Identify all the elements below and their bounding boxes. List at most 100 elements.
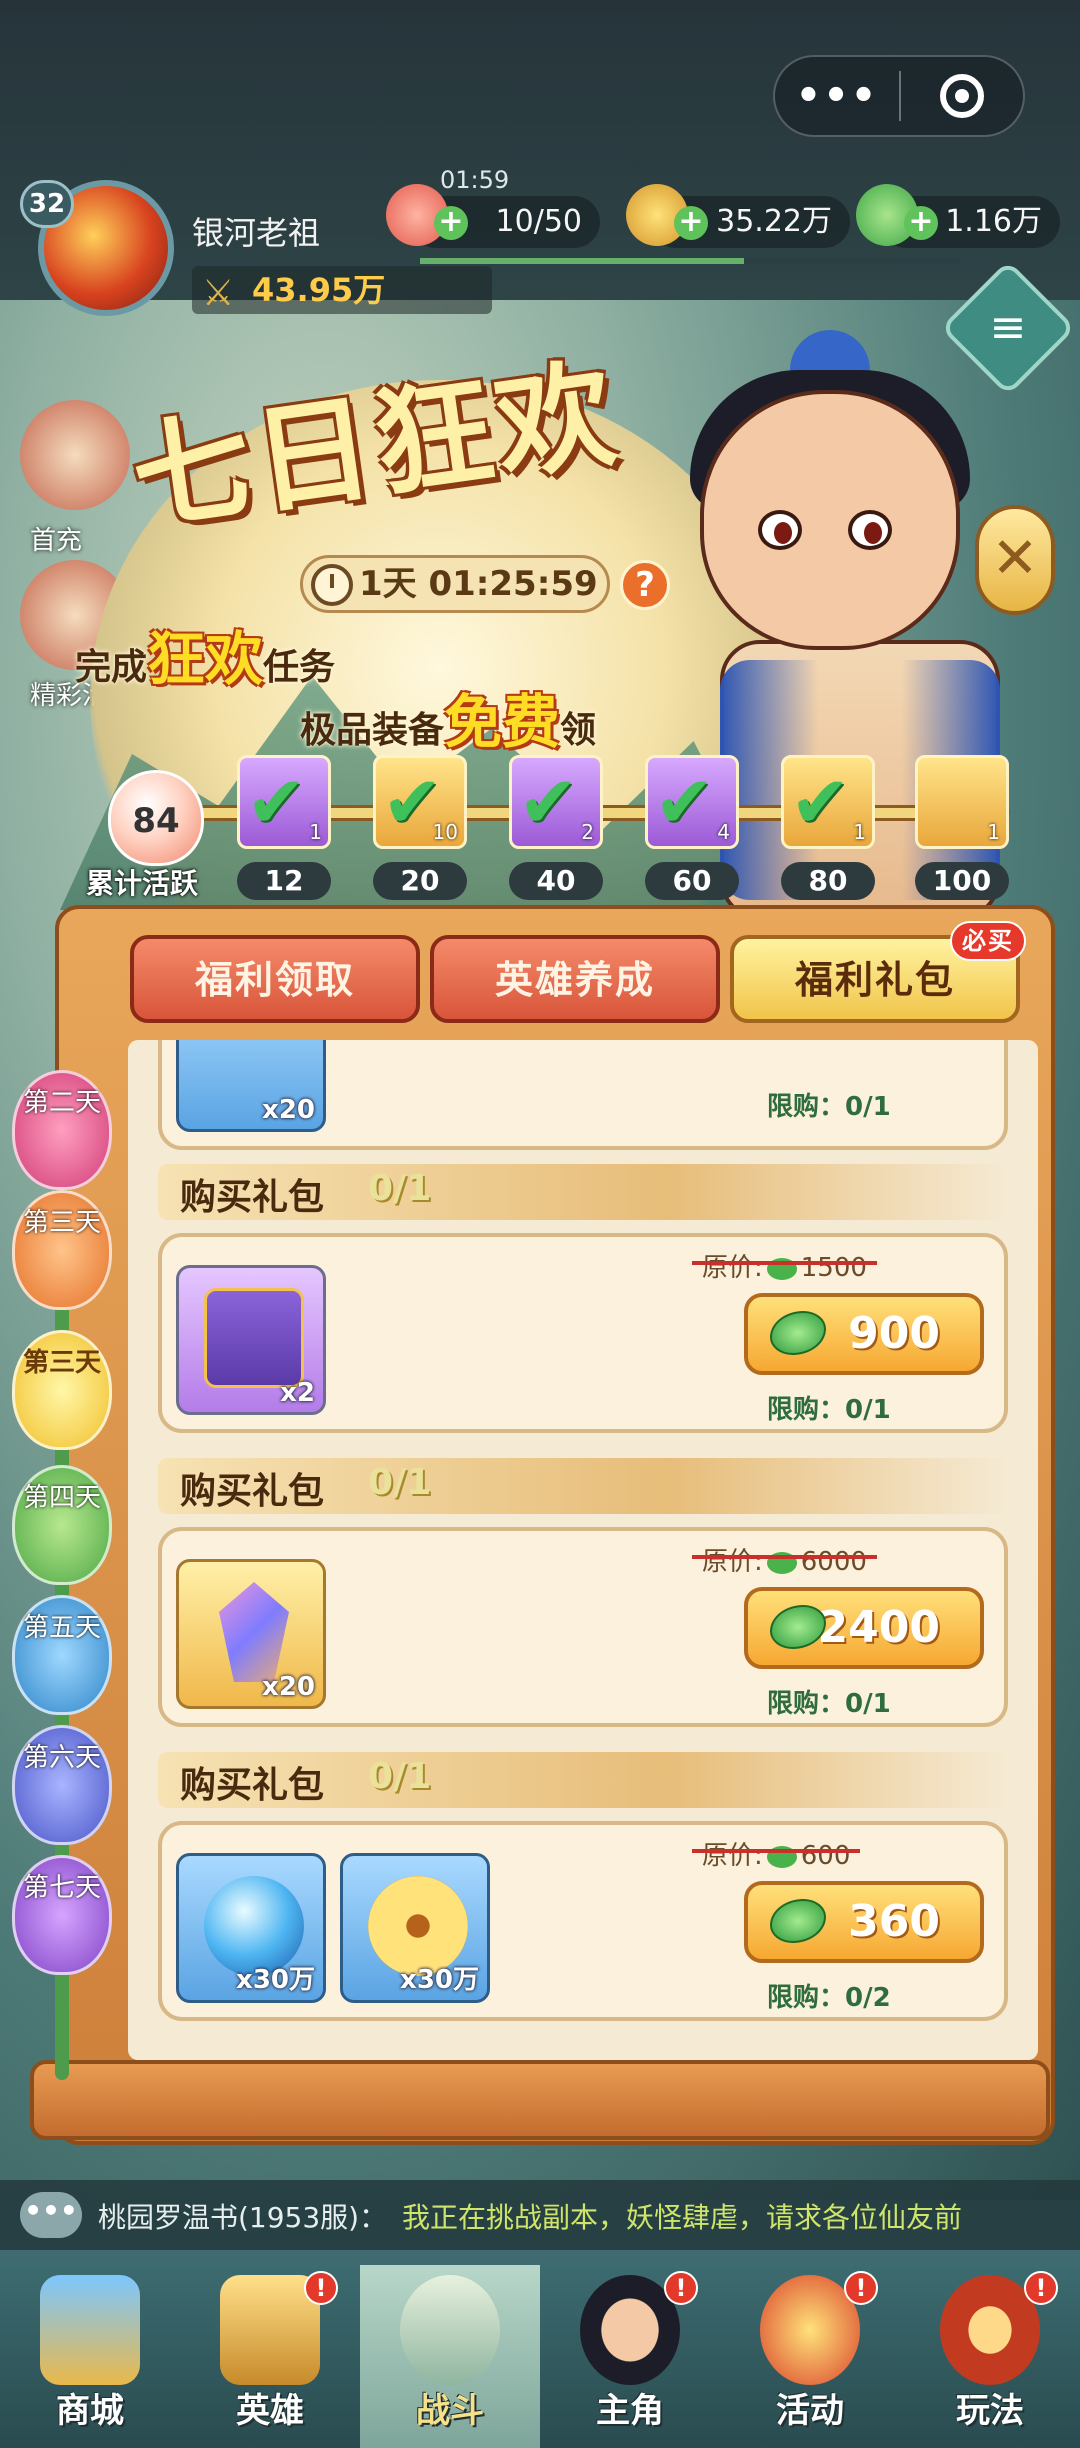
combat-power-value: 43.95万: [252, 271, 386, 309]
day-7-tab[interactable]: 第七天: [12, 1855, 112, 1975]
target-icon: [939, 74, 984, 118]
miniprogram-capsule: •••: [773, 55, 1025, 137]
tagline-2-highlight: 免费: [444, 688, 561, 756]
chat-sender: 桃园罗温书(1953服)：: [98, 2201, 388, 2234]
tab-welfare-claim[interactable]: 福利领取: [130, 935, 420, 1023]
original-price-value: 1500: [800, 1253, 867, 1283]
shop-icon: [40, 2275, 140, 2385]
day-2-tab[interactable]: 第二天: [12, 1070, 112, 1190]
nav-activities[interactable]: ! 活动: [720, 2265, 900, 2448]
day-4-tab[interactable]: 第四天: [12, 1465, 112, 1585]
buy-button[interactable]: 900: [744, 1293, 984, 1375]
original-price-value: 600: [800, 1841, 851, 1871]
add-jade-button[interactable]: +: [904, 206, 938, 240]
pack-section-title: 购买礼包 0/1: [158, 1164, 1008, 1220]
milestone-points: 20: [373, 862, 467, 900]
resource-coin: + 35.22万: [626, 184, 850, 248]
add-coin-button[interactable]: +: [674, 206, 708, 240]
nav-protagonist[interactable]: ! 主角: [540, 2265, 720, 2448]
milestone-reward[interactable]: ✔ 2: [509, 755, 603, 849]
milestone-qty: 2: [581, 820, 594, 844]
day-6-tab[interactable]: 第六天: [12, 1725, 112, 1845]
pack-item[interactable]: x20: [176, 1040, 326, 1132]
buy-price: 900: [848, 1308, 940, 1359]
milestone-reward[interactable]: ✔ 1: [781, 755, 875, 849]
original-price: 原价: 600: [692, 1835, 861, 1872]
milestone-points: 80: [781, 862, 875, 900]
milestone-qty: 4: [717, 820, 730, 844]
check-icon: ✔: [518, 760, 579, 844]
chest-icon: [204, 1288, 304, 1388]
notification-badge: !: [844, 2271, 878, 2305]
notification-badge: !: [664, 2271, 698, 2305]
pack-section-title: 购买礼包 0/1: [158, 1458, 1008, 1514]
close-miniprogram-button[interactable]: [901, 74, 1023, 118]
buy-button[interactable]: 2400: [744, 1587, 984, 1669]
resource-peach: + 10/50: [386, 184, 600, 248]
jade-icon: [770, 1311, 826, 1355]
buy-button[interactable]: 360: [744, 1881, 984, 1963]
close-button[interactable]: ✕: [975, 505, 1055, 615]
help-button[interactable]: ?: [620, 560, 670, 610]
must-buy-badge: 必买: [950, 921, 1026, 961]
nav-heroes[interactable]: ! 英雄: [180, 2265, 360, 2448]
tab-welfare-pack[interactable]: 福利礼包 必买: [730, 921, 1026, 1023]
day-3-tab-active[interactable]: 第三天: [12, 1330, 112, 1450]
notification-badge: !: [304, 2271, 338, 2305]
item-qty: x20: [262, 1095, 315, 1125]
pack-section-title: 购买礼包 0/1: [158, 1752, 1008, 1808]
purchase-limit: 限购：0/2: [767, 1983, 891, 2013]
nav-activities-label: 活动: [776, 2391, 844, 2431]
add-peach-button[interactable]: +: [434, 206, 468, 240]
clock-icon: [311, 564, 353, 606]
milestone-points: 12: [237, 862, 331, 900]
nav-battle[interactable]: 战斗: [360, 2265, 540, 2448]
milestone-reward[interactable]: ✔ 1: [237, 755, 331, 849]
purchase-limit: 限购：0/1: [767, 1092, 891, 1122]
tab-hero-training[interactable]: 英雄养成: [430, 935, 720, 1023]
activity-total: 84: [108, 770, 204, 866]
world-chat-bar[interactable]: ••• 桃园罗温书(1953服)： 我正在挑战副本，妖怪肆虐，请求各位仙友前: [0, 2180, 1080, 2250]
day-3-tab[interactable]: 第三天: [12, 1190, 112, 1310]
tagline-2-pre: 极品装备: [300, 710, 445, 751]
milestone-qty: 1: [309, 820, 322, 844]
buy-price: 2400: [817, 1602, 940, 1653]
check-icon: ✔: [654, 760, 715, 844]
tagline-1: 完成狂欢任务: [75, 612, 335, 696]
pack-item-mystery-chest[interactable]: x2: [176, 1265, 326, 1415]
pack-title: 购买礼包: [180, 1471, 325, 1512]
nav-shop[interactable]: 商城: [0, 2265, 180, 2448]
original-price-label: 原价:: [702, 1547, 763, 1577]
milestone-reward[interactable]: ✔ 10: [373, 755, 467, 849]
combat-power: ⚔ 43.95万: [192, 266, 492, 314]
milestone-reward[interactable]: 1: [915, 755, 1009, 849]
tab-welfare-pack-label: 福利礼包: [794, 958, 955, 1002]
battle-icon: [400, 2275, 500, 2385]
item-qty: x20: [262, 1672, 315, 1702]
item-qty: x30万: [236, 1965, 315, 1995]
milestone-reward[interactable]: ✔ 4: [645, 755, 739, 849]
more-menu-button[interactable]: •••: [775, 73, 899, 119]
day-5-tab[interactable]: 第五天: [12, 1595, 112, 1715]
event-countdown: 1天 01:25:59: [300, 555, 610, 613]
nav-gameplay[interactable]: ! 玩法: [900, 2265, 1080, 2448]
milestone-points: 60: [645, 862, 739, 900]
chat-message: 我正在挑战副本，妖怪肆虐，请求各位仙友前: [402, 2201, 963, 2234]
nav-protagonist-label: 主角: [596, 2391, 664, 2431]
original-price: 原价: 6000: [692, 1541, 877, 1578]
item-qty: x30万: [400, 1965, 479, 1995]
pack-card: x30万 x30万 原价: 600 360 限购：0/2: [158, 1821, 1008, 2021]
crossed-swords-icon: ⚔: [202, 273, 235, 314]
resource-jade: + 1.16万: [856, 184, 1060, 248]
original-price: 原价: 1500: [692, 1247, 877, 1284]
pack-item-exp-orb[interactable]: x30万: [176, 1853, 326, 2003]
pack-card: x2 原价: 1500 900 限购：0/1: [158, 1233, 1008, 1433]
tagline-1-pre: 完成: [75, 647, 148, 688]
stamina-timer: 01:59: [440, 166, 510, 194]
pack-list[interactable]: x20 180 限购：0/1 购买礼包 0/1 x2 原价: 1500 900 限…: [128, 1040, 1038, 2060]
tagline-2-post: 领: [560, 710, 597, 751]
pack-item-copper-coin[interactable]: x30万: [340, 1853, 490, 2003]
event-tabs: 福利领取 英雄养成 福利礼包 必买: [130, 921, 1026, 1025]
notification-badge: !: [1024, 2271, 1058, 2305]
pack-item-crystal[interactable]: x20: [176, 1559, 326, 1709]
